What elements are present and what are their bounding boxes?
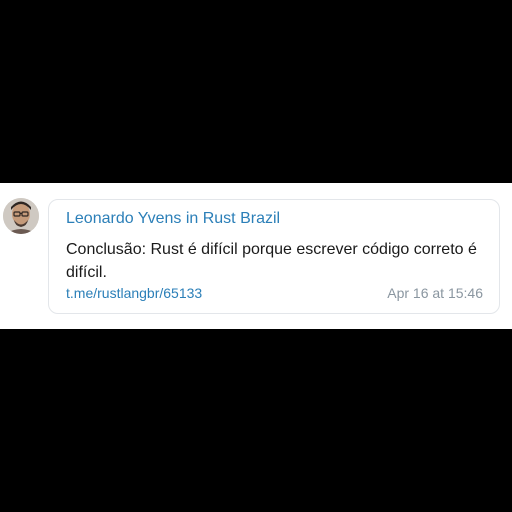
author-name[interactable]: Leonardo Yvens — [66, 210, 181, 227]
message-link[interactable]: t.me/rustlangbr/65133 — [66, 285, 202, 301]
avatar[interactable] — [3, 198, 39, 234]
message-header: Leonardo Yvens in Rust Brazil — [66, 210, 280, 228]
screenshot-page: Leonardo Yvens in Rust Brazil Conclusão:… — [0, 0, 512, 512]
message-bubble[interactable]: Leonardo Yvens in Rust Brazil Conclusão:… — [48, 199, 500, 314]
avatar-photo-icon — [3, 198, 39, 234]
chat-name[interactable]: Rust Brazil — [203, 210, 280, 227]
message-timestamp: Apr 16 at 15:46 — [387, 285, 483, 301]
message-text: Conclusão: Rust é difícil porque escreve… — [66, 241, 477, 281]
in-label: in — [185, 210, 199, 227]
